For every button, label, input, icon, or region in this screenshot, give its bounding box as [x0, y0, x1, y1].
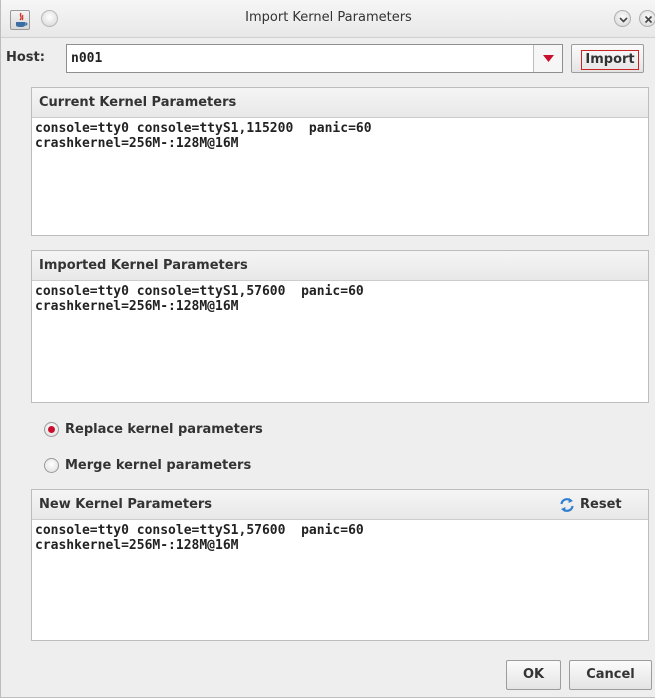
host-combobox[interactable]: n001	[66, 44, 563, 73]
imported-panel-title: Imported Kernel Parameters	[39, 258, 248, 273]
current-kernel-parameters-panel: Current Kernel Parameters console=tty0 c…	[31, 87, 649, 236]
current-parameters-text[interactable]: console=tty0 console=ttyS1,115200 panic=…	[32, 119, 648, 153]
refresh-icon	[560, 498, 574, 512]
merge-radio-label[interactable]: Merge kernel parameters	[65, 458, 251, 473]
reset-button[interactable]: Reset	[558, 496, 632, 514]
window-title: Import Kernel Parameters	[245, 10, 412, 25]
import-kernel-parameters-dialog: Import Kernel Parameters Host: n001 Impo…	[0, 0, 655, 698]
imported-panel-header: Imported Kernel Parameters	[32, 251, 648, 281]
reset-button-label: Reset	[580, 497, 622, 512]
new-panel-header: New Kernel Parameters Reset	[32, 490, 648, 520]
new-panel-title: New Kernel Parameters	[39, 497, 213, 512]
imported-parameters-text[interactable]: console=tty0 console=ttyS1,57600 panic=6…	[32, 282, 648, 316]
title-bar[interactable]: Import Kernel Parameters	[1, 0, 655, 38]
close-icon[interactable]	[639, 10, 655, 27]
cancel-button[interactable]: Cancel	[569, 660, 652, 690]
host-value[interactable]: n001	[71, 51, 102, 66]
replace-radio[interactable]	[44, 422, 59, 437]
ok-button[interactable]: OK	[506, 660, 561, 690]
current-panel-title: Current Kernel Parameters	[39, 95, 237, 110]
host-label: Host:	[6, 50, 45, 65]
imported-kernel-parameters-panel: Imported Kernel Parameters console=tty0 …	[31, 250, 649, 403]
replace-radio-label[interactable]: Replace kernel parameters	[65, 422, 263, 437]
import-button-label: Import	[581, 50, 639, 70]
dropdown-arrow-icon[interactable]	[533, 45, 562, 72]
merge-radio[interactable]	[44, 458, 59, 473]
new-parameters-text[interactable]: console=tty0 console=ttyS1,57600 panic=6…	[32, 521, 648, 555]
import-button[interactable]: Import	[571, 44, 644, 73]
minimize-icon[interactable]	[614, 10, 631, 27]
new-kernel-parameters-panel: New Kernel Parameters Reset console=tty0…	[31, 489, 649, 641]
current-panel-header: Current Kernel Parameters	[32, 88, 648, 118]
